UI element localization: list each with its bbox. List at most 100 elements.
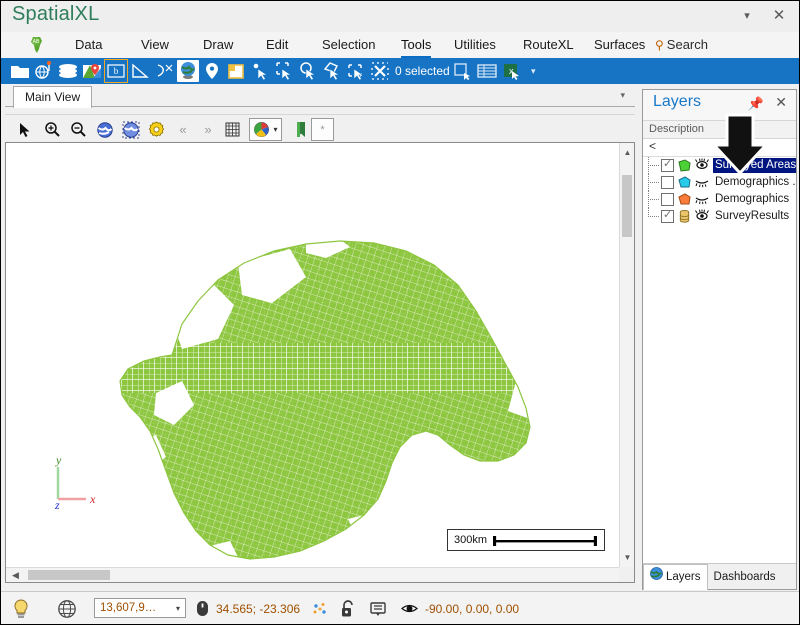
- polygon-cyan-icon: [677, 175, 692, 190]
- globe-3d-icon[interactable]: [177, 60, 199, 82]
- snapping-icon[interactable]: [311, 592, 329, 624]
- layer-row-survey-results[interactable]: SurveyResults: [643, 208, 796, 225]
- menu-item-routexl[interactable]: RouteXL: [517, 32, 580, 58]
- select-circle-icon[interactable]: [297, 60, 319, 82]
- menu-item-data[interactable]: Data: [69, 32, 108, 58]
- eye-icon: [401, 602, 418, 615]
- ribbon-overflow-button[interactable]: ▾: [531, 58, 536, 84]
- boundary-icon[interactable]: b: [104, 59, 128, 83]
- measure-area-icon[interactable]: [129, 60, 151, 82]
- selection-table-icon[interactable]: [476, 60, 498, 82]
- layers-panel-tabs: Layers Dashboards: [643, 563, 796, 590]
- zoom-selection-tool[interactable]: [119, 118, 142, 141]
- close-icon[interactable]: ✕: [775, 94, 787, 111]
- theme-palette-tool[interactable]: ▾: [249, 118, 282, 141]
- tree-connector: [643, 191, 661, 208]
- scroll-down-arrow[interactable]: ▼: [620, 550, 635, 565]
- select-point-icon[interactable]: [249, 60, 271, 82]
- eye-open-icon[interactable]: [694, 158, 710, 173]
- cursor-coordinates: 34.565; -23.306: [196, 592, 300, 624]
- select-rectangle-icon[interactable]: [273, 60, 295, 82]
- layers-stack-icon[interactable]: [57, 60, 79, 82]
- title-bar: SpatialXL ▾ ✕: [1, 1, 799, 32]
- menu-item-selection[interactable]: Selection: [316, 32, 381, 58]
- layer-checkbox[interactable]: [661, 193, 674, 206]
- layer-row-demographics-1[interactable]: Demographics ...: [643, 174, 796, 191]
- tab-dashboards[interactable]: Dashboards: [708, 564, 782, 590]
- globe-pin-icon[interactable]: [33, 60, 55, 82]
- zoom-scale-value: 13,607,9…: [100, 602, 157, 614]
- extra-tool[interactable]: *: [311, 118, 334, 141]
- polygon-green-icon: [677, 158, 692, 173]
- menu-item-draw[interactable]: Draw: [197, 32, 239, 58]
- menu-item-edit[interactable]: Edit: [260, 32, 294, 58]
- menu-item-view[interactable]: View: [135, 32, 175, 58]
- pin-icon[interactable]: 📌: [748, 96, 764, 112]
- map-horizontal-scrollbar[interactable]: ◀: [6, 567, 619, 582]
- layers-column-header: Description: [643, 120, 796, 139]
- select-polygon-icon[interactable]: [321, 60, 343, 82]
- scale-bar: 300km: [447, 529, 605, 551]
- layer-row-surveyed-areas[interactable]: Surveyed Areas: [643, 157, 796, 174]
- tab-layers[interactable]: Layers: [643, 564, 708, 590]
- zoom-scale-dropdown[interactable]: 13,607,9… ▾: [94, 598, 186, 618]
- menu-item-surfaces[interactable]: Surfaces: [588, 32, 651, 58]
- map-canvas[interactable]: y x z 300km: [6, 143, 619, 567]
- menu-item-tools[interactable]: Tools: [395, 32, 437, 58]
- camera-coordinates: -90.00, 0.00, 0.00: [401, 592, 519, 624]
- mouse-icon: [196, 600, 209, 617]
- layer-checkbox[interactable]: [661, 157, 674, 172]
- layer-checkbox[interactable]: [661, 208, 674, 223]
- open-folder-icon[interactable]: [9, 60, 31, 82]
- zoom-in-tool[interactable]: [41, 118, 64, 141]
- zoom-out-tool[interactable]: [67, 118, 90, 141]
- chevron-down-icon: ▾: [273, 125, 278, 134]
- layers-panel-title: Layers: [653, 93, 702, 110]
- unlock-icon[interactable]: [339, 592, 357, 624]
- africa-globe-icon[interactable]: AB: [27, 35, 47, 55]
- previous-view-tool[interactable]: «: [171, 118, 194, 141]
- export-excel-icon[interactable]: x: [501, 60, 523, 82]
- vertical-scroll-thumb[interactable]: [622, 175, 632, 237]
- hint-bulb-icon[interactable]: [11, 592, 31, 624]
- eye-closed-icon[interactable]: [694, 192, 710, 207]
- measure-distance-icon[interactable]: [153, 60, 175, 82]
- eye-closed-icon[interactable]: [694, 175, 710, 190]
- message-icon[interactable]: [369, 592, 387, 624]
- layer-row-demographics-2[interactable]: Demographics: [643, 191, 796, 208]
- projection-icon[interactable]: [56, 592, 78, 624]
- pointer-tool[interactable]: [13, 118, 36, 141]
- scroll-up-arrow[interactable]: ▲: [620, 145, 635, 160]
- layers-sort-row[interactable]: <: [643, 139, 796, 157]
- layer-checkbox[interactable]: [661, 176, 674, 189]
- close-window-button[interactable]: ✕: [767, 5, 791, 27]
- map-vertical-scrollbar[interactable]: ▲ ▼: [619, 143, 634, 567]
- grid-tool[interactable]: [221, 118, 244, 141]
- scroll-left-arrow[interactable]: ◀: [8, 568, 23, 583]
- layers-panel-header: Layers 📌 ✕: [643, 90, 796, 120]
- menu-item-utilities[interactable]: Utilities: [448, 32, 502, 58]
- bookmark-tool[interactable]: [289, 118, 312, 141]
- next-view-tool[interactable]: »: [196, 118, 219, 141]
- scale-bar-label: 300km: [454, 534, 488, 546]
- add-point-icon[interactable]: [201, 60, 223, 82]
- clear-selection-icon[interactable]: [369, 60, 391, 82]
- svg-text:»: »: [204, 122, 211, 137]
- map-settings-tool[interactable]: [145, 118, 168, 141]
- tab-dashboards-label: Dashboards: [713, 570, 776, 583]
- svg-text:b: b: [114, 66, 119, 76]
- select-subtract-icon[interactable]: [345, 60, 367, 82]
- tree-connector: [643, 157, 661, 174]
- map-marker-icon[interactable]: [81, 60, 103, 82]
- search-menu-item[interactable]: ⚲ Search: [655, 32, 708, 58]
- menu-bar: AB Data View Draw Edit Selection Tools U…: [1, 32, 799, 58]
- horizontal-scroll-thumb[interactable]: [28, 570, 110, 580]
- layer-list: Surveyed Areas Demographics ...: [643, 157, 796, 225]
- eye-open-icon[interactable]: [694, 209, 710, 224]
- add-note-icon[interactable]: [225, 60, 247, 82]
- tab-main-view[interactable]: Main View: [13, 86, 93, 108]
- zoom-extents-tool[interactable]: [93, 118, 116, 141]
- chevron-down-icon[interactable]: ▾: [620, 90, 625, 101]
- minimize-button[interactable]: ▾: [735, 5, 759, 27]
- copy-selection-icon[interactable]: [451, 60, 473, 82]
